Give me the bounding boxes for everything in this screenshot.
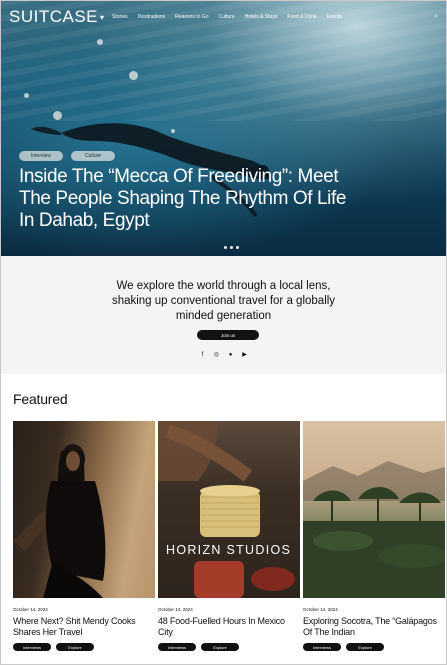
article-card[interactable]: October 14, 2024 Exploring Socotra, The … xyxy=(303,421,445,651)
hero-tag-interview[interactable]: Interview xyxy=(19,151,63,161)
nav-link-food[interactable]: Food & Drink xyxy=(287,14,316,20)
article-image[interactable] xyxy=(13,421,155,598)
nav-link-hotels[interactable]: Hotels & Stays xyxy=(245,14,278,20)
youtube-icon[interactable]: ▶ xyxy=(241,351,248,358)
mission-statement: We explore the world through a local len… xyxy=(111,280,336,322)
chevron-down-icon[interactable]: ▾ xyxy=(100,13,104,22)
nav-link-destinations[interactable]: Destinations xyxy=(138,14,166,20)
tag-interviews[interactable]: Interviews xyxy=(158,643,196,651)
instagram-icon[interactable]: ◎ xyxy=(213,351,220,358)
featured-cards: October 14, 2024 Where Next? Shit Mendy … xyxy=(13,421,445,651)
article-title[interactable]: 48 Food-Fuelled Hours In Mexico City xyxy=(158,616,300,639)
article-card[interactable]: HORIZN STUDIOS October 14, 2024 48 Food-… xyxy=(158,421,300,651)
nav-links: Stories Destinations Reasons to Go Cultu… xyxy=(112,14,434,20)
article-tags: Interviews Explore xyxy=(158,643,300,651)
carousel-dot[interactable] xyxy=(230,246,233,249)
brand-watermark: HORIZN STUDIOS xyxy=(166,543,292,557)
hero-tag-culture[interactable]: Culture xyxy=(71,151,115,161)
article-date: October 14, 2024 xyxy=(303,607,338,612)
top-navigation: SUITCASE ▾ Stories Destinations Reasons … xyxy=(1,1,446,33)
hero-section[interactable]: SUITCASE ▾ Stories Destinations Reasons … xyxy=(1,1,446,256)
site-logo[interactable]: SUITCASE xyxy=(9,7,98,27)
article-tags: Interviews Explore xyxy=(303,643,445,651)
article-image[interactable] xyxy=(303,421,445,598)
article-card[interactable]: October 14, 2024 Where Next? Shit Mendy … xyxy=(13,421,155,651)
tag-explore[interactable]: Explore xyxy=(346,643,384,651)
hero-tags: Interview Culture xyxy=(19,151,115,161)
carousel-dot[interactable] xyxy=(224,246,227,249)
article-title[interactable]: Exploring Socotra, The “Galápagos Of The… xyxy=(303,616,445,639)
article-title[interactable]: Where Next? Shit Mendy Cooks Shares Her … xyxy=(13,616,155,639)
tag-interviews[interactable]: Interviews xyxy=(13,643,51,651)
carousel-dot[interactable] xyxy=(236,246,239,249)
nav-link-culture[interactable]: Culture xyxy=(218,14,234,20)
portrait-illustration xyxy=(13,444,106,598)
article-image[interactable]: HORIZN STUDIOS xyxy=(158,421,300,598)
tag-explore[interactable]: Explore xyxy=(201,643,239,651)
landscape-illustration xyxy=(303,461,445,598)
article-date: October 14, 2024 xyxy=(13,607,48,612)
nav-link-events[interactable]: Events xyxy=(327,14,342,20)
carousel-dots xyxy=(224,246,239,249)
featured-heading: Featured xyxy=(13,391,68,407)
pinterest-icon[interactable]: ● xyxy=(227,351,234,358)
nav-link-reasons[interactable]: Reasons to Go xyxy=(175,14,208,20)
nav-link-stories[interactable]: Stories xyxy=(112,14,128,20)
join-us-button[interactable]: Join us xyxy=(197,330,259,340)
search-icon[interactable]: ⌕ xyxy=(434,13,438,21)
mission-section: We explore the world through a local len… xyxy=(1,256,446,374)
article-tags: Interviews Explore xyxy=(13,643,155,651)
tag-interviews[interactable]: Interviews xyxy=(303,643,341,651)
tag-explore[interactable]: Explore xyxy=(56,643,94,651)
tortilla-illustration xyxy=(158,421,295,598)
hero-title[interactable]: Inside The “Mecca Of Freediving”: Meet T… xyxy=(19,166,359,232)
page-frame: SUITCASE ▾ Stories Destinations Reasons … xyxy=(0,0,447,665)
social-links: f ◎ ● ▶ xyxy=(1,351,446,359)
facebook-icon[interactable]: f xyxy=(199,351,206,358)
article-date: October 14, 2024 xyxy=(158,607,193,612)
